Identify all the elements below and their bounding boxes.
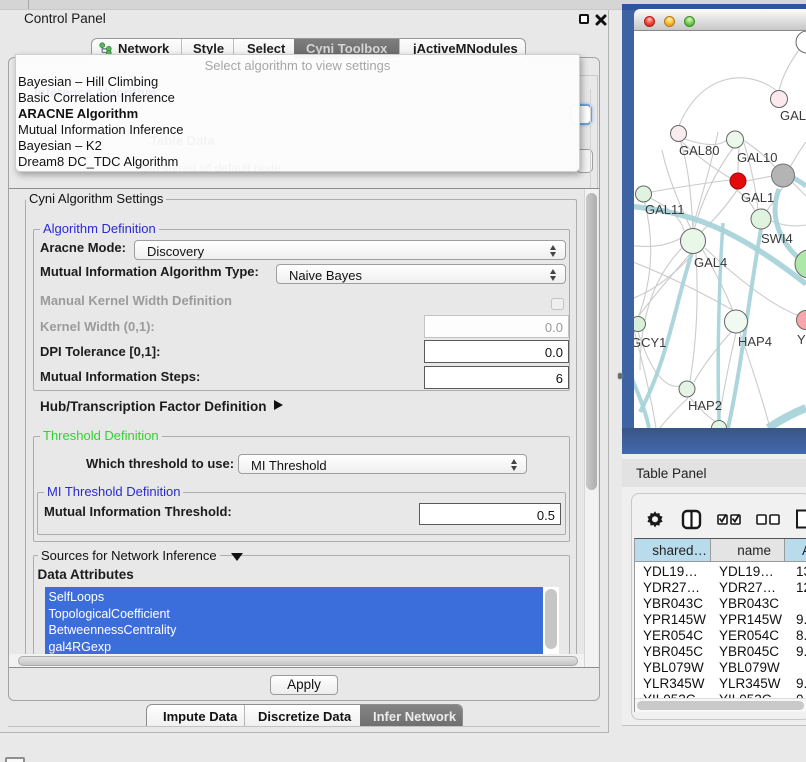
svg-text:GAL10: GAL10	[737, 150, 777, 165]
svg-text:GAL80: GAL80	[679, 143, 719, 158]
svg-text:SWI4: SWI4	[761, 231, 793, 246]
svg-text:GAL11: GAL11	[645, 202, 685, 217]
svg-text:Y: Y	[797, 332, 806, 347]
svg-text:HAP2: HAP2	[688, 398, 722, 413]
svg-text:GAL7: GAL7	[780, 108, 806, 123]
svg-text:HAP4: HAP4	[738, 334, 772, 349]
svg-text:GAL1: GAL1	[741, 190, 774, 205]
svg-text:GCY1: GCY1	[634, 335, 666, 350]
svg-text:GAL4: GAL4	[694, 255, 727, 270]
